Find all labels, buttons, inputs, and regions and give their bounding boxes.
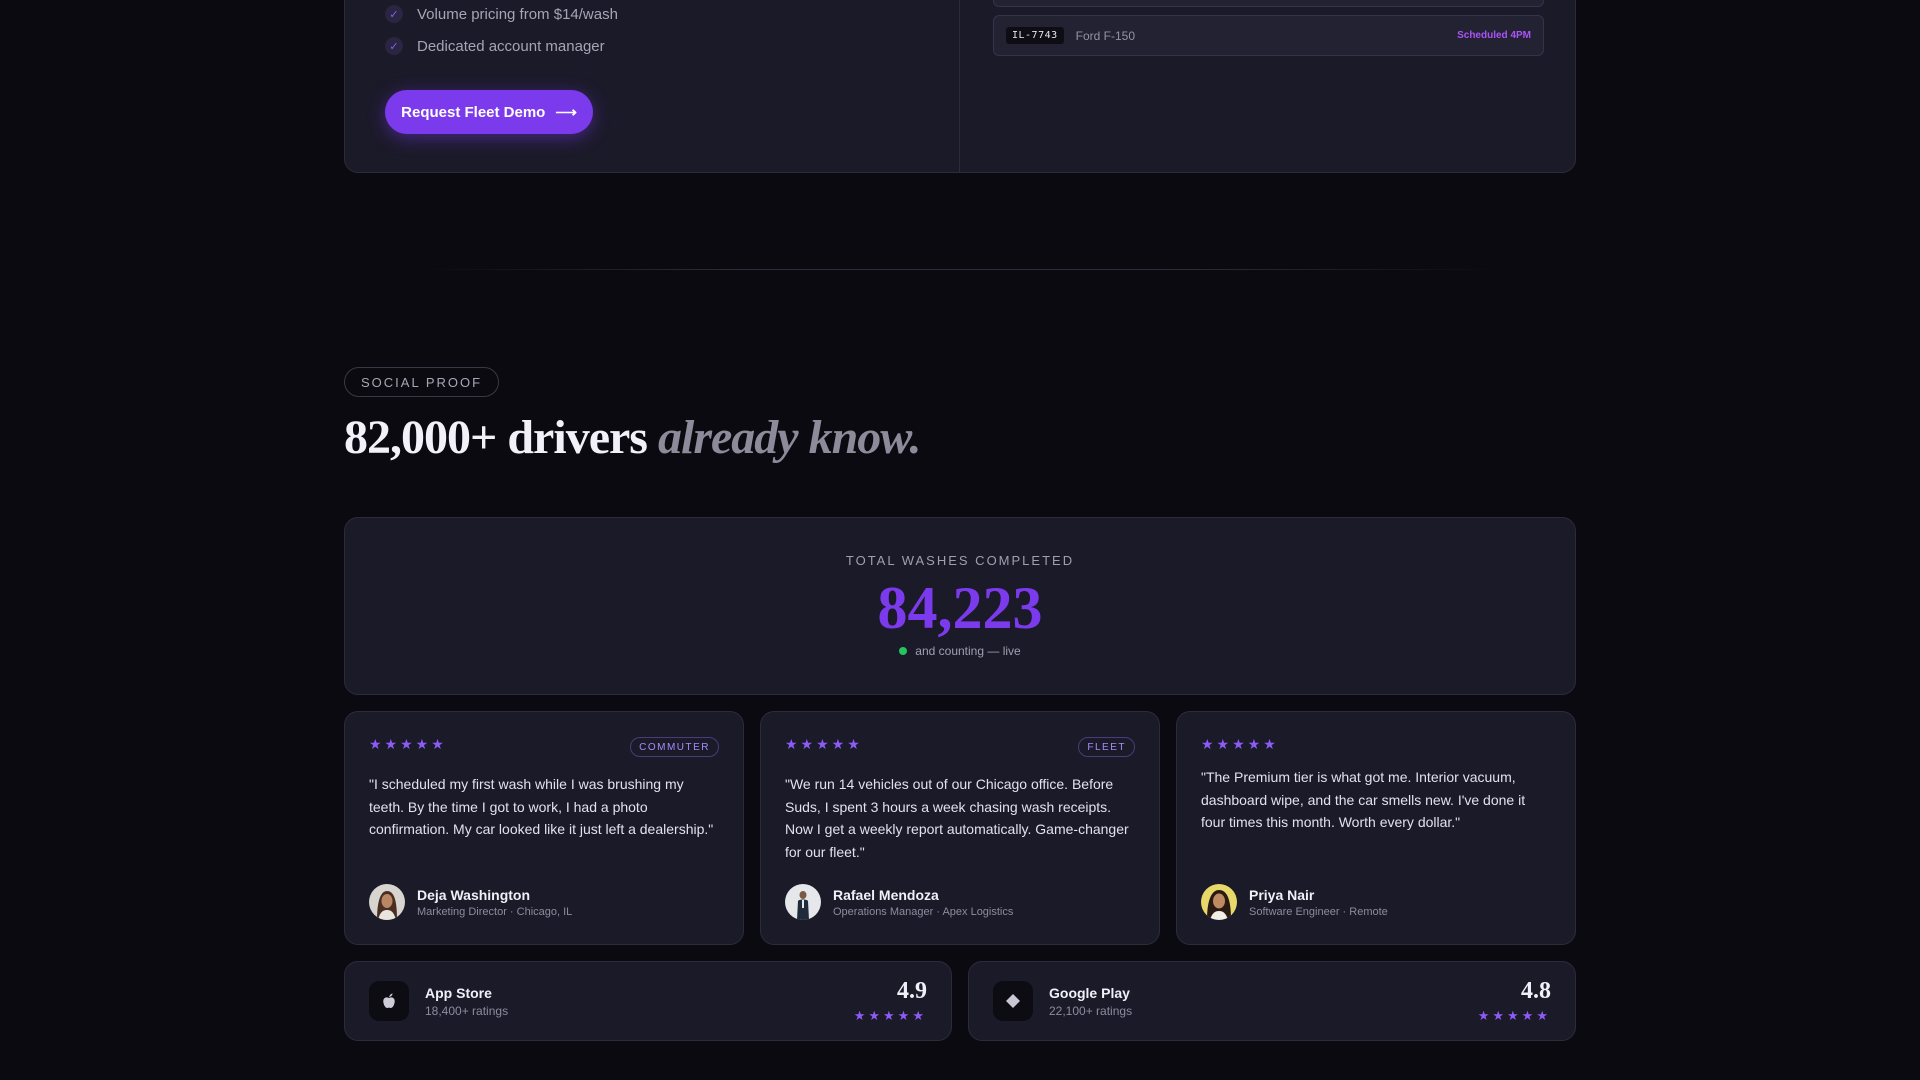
author-role: Software Engineer · Remote (1249, 905, 1388, 918)
avatar (1201, 884, 1237, 920)
testimonial-quote: "The Premium tier is what got me. Interi… (1201, 769, 1526, 831)
store-rating: 4.9 (897, 978, 927, 1004)
store-rating: 4.8 (1521, 978, 1551, 1004)
testimonial-tag: FLEET (1078, 737, 1135, 757)
feature-item: ✓ Dedicated account manager (385, 37, 605, 55)
testimonial-card: ★★★★★ "The Premium tier is what got me. … (1176, 711, 1576, 945)
star-rating: ★★★★★ (1477, 1008, 1551, 1023)
star-rating: ★★★★★ (1201, 736, 1279, 752)
headline-strong: 82,000+ drivers (344, 411, 648, 464)
author-name: Deja Washington (417, 886, 531, 903)
headline-soft: already know. (657, 411, 922, 464)
feature-text: Volume pricing from $14/wash (417, 5, 618, 23)
feature-text: Dedicated account manager (417, 37, 605, 55)
vehicle-row: IL-7743 Ford F-150 Scheduled 4PM (993, 15, 1544, 56)
store-name: App Store (425, 984, 492, 1001)
testimonial-author: Priya Nair Software Engineer · Remote (1201, 884, 1388, 920)
google-play-icon (993, 981, 1033, 1021)
author-name: Priya Nair (1249, 886, 1315, 903)
author-role: Marketing Director · Chicago, IL (417, 905, 573, 918)
arrow-right-icon: ⟶ (555, 104, 577, 121)
request-fleet-demo-button[interactable]: Request Fleet Demo ⟶ (385, 90, 593, 134)
avatar (369, 884, 405, 920)
fleet-panel: ✓ Volume pricing from $14/wash ✓ Dedicat… (344, 0, 1576, 173)
vehicle-model: Ford F-150 (1075, 28, 1136, 43)
vehicle-row (993, 0, 1544, 7)
live-indicator: and counting — live (345, 644, 1575, 658)
author-role: Operations Manager · Apex Logistics (833, 905, 1014, 918)
testimonial-card: ★★★★★ FLEET "We run 14 vehicles out of o… (760, 711, 1160, 945)
section-divider (420, 269, 1500, 270)
check-icon: ✓ (385, 5, 403, 23)
store-name: Google Play (1049, 984, 1130, 1001)
testimonial-author: Rafael Mendoza Operations Manager · Apex… (785, 884, 1013, 920)
app-store-card[interactable]: App Store 18,400+ ratings 4.9 ★★★★★ (344, 961, 952, 1041)
panel-divider (959, 0, 960, 172)
counter-value: 84,223 (877, 575, 1043, 641)
section-headline: 82,000+ drivers already know. (344, 406, 922, 470)
section-pill: SOCIAL PROOF (344, 367, 500, 397)
author-name: Rafael Mendoza (833, 886, 939, 903)
apple-icon (369, 981, 409, 1021)
ratings-count: 22,100+ ratings (1049, 1003, 1133, 1018)
license-plate: IL-7743 (1006, 27, 1064, 44)
testimonial-card: ★★★★★ COMMUTER "I scheduled my first was… (344, 711, 744, 945)
live-dot-icon (899, 647, 908, 655)
avatar (785, 884, 821, 920)
counter-label: TOTAL WASHES COMPLETED (845, 553, 1075, 568)
feature-item: ✓ Volume pricing from $14/wash (385, 5, 618, 23)
ratings-count: 18,400+ ratings (425, 1003, 509, 1018)
star-rating: ★★★★★ (785, 736, 863, 752)
google-play-card[interactable]: Google Play 22,100+ ratings 4.8 ★★★★★ (968, 961, 1576, 1041)
testimonial-tag: COMMUTER (630, 737, 719, 757)
live-text: and counting — live (915, 644, 1021, 658)
testimonial-author: Deja Washington Marketing Director · Chi… (369, 884, 572, 920)
star-rating: ★★★★★ (369, 736, 447, 752)
vehicle-status: Scheduled 4PM (1457, 30, 1531, 41)
button-label: Request Fleet Demo (401, 103, 546, 121)
wash-counter-card: TOTAL WASHES COMPLETED 84,223 and counti… (344, 517, 1576, 695)
testimonial-quote: "We run 14 vehicles out of our Chicago o… (785, 776, 1129, 861)
check-icon: ✓ (385, 37, 403, 55)
star-rating: ★★★★★ (853, 1008, 927, 1023)
testimonial-quote: "I scheduled my first wash while I was b… (369, 776, 714, 838)
